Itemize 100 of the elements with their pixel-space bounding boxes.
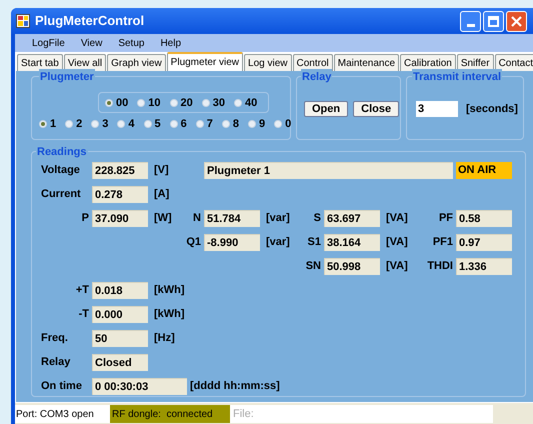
unit-label: [var] xyxy=(265,235,291,250)
unit-label: [var] xyxy=(265,211,291,226)
maximize-button[interactable] xyxy=(483,10,504,32)
radio-label: 1 xyxy=(50,117,56,132)
tab[interactable]: Maintenance xyxy=(334,54,400,71)
window-title: PlugMeterControl xyxy=(35,12,144,30)
maximize-icon xyxy=(488,16,499,26)
menu-item[interactable]: View xyxy=(74,36,110,50)
field-label: Relay xyxy=(41,355,70,370)
relay-button[interactable]: Open xyxy=(304,101,348,117)
interval-field[interactable]: 3 xyxy=(416,101,458,118)
radio-button[interactable] xyxy=(196,120,204,128)
unit-label: [Hz] xyxy=(153,331,176,346)
unit-label: [W] xyxy=(153,211,173,226)
unit-label: [VA] xyxy=(385,259,409,274)
radio-button[interactable] xyxy=(105,99,113,108)
value-field: 50.998 xyxy=(324,258,380,275)
menu-item[interactable]: Help xyxy=(153,36,188,50)
menu-item[interactable]: LogFile xyxy=(25,36,72,50)
tab[interactable]: Calibration xyxy=(400,54,456,71)
radio-button[interactable] xyxy=(117,120,126,128)
field-label: Q1 xyxy=(186,235,201,250)
radio-button[interactable] xyxy=(170,120,178,128)
dongle-status: RF dongle: connected xyxy=(110,405,230,423)
field-label: S xyxy=(314,211,321,226)
radio-button[interactable] xyxy=(202,99,210,108)
unit-label: [V] xyxy=(153,163,170,178)
radio-label: 10 xyxy=(148,96,160,111)
device-name-field: Plugmeter 1 xyxy=(204,162,453,179)
field-label: THDI xyxy=(427,259,453,274)
radio-label: 6 xyxy=(180,117,187,132)
field-label: Voltage xyxy=(41,163,80,178)
radio-label: 40 xyxy=(245,96,258,111)
value-field: 51.784 xyxy=(204,210,260,227)
minimize-icon xyxy=(466,24,474,26)
value-field: 0.58 xyxy=(456,210,512,227)
tab[interactable]: Log view xyxy=(244,54,292,71)
field-label: N xyxy=(193,211,201,226)
field-label: P xyxy=(82,211,89,226)
radio-label: 2 xyxy=(76,117,82,132)
file-status: File: xyxy=(230,405,493,423)
tab[interactable]: Contact xyxy=(494,54,533,71)
app-icon xyxy=(16,14,30,28)
radio-button[interactable] xyxy=(91,120,100,128)
close-icon xyxy=(511,16,522,26)
field-label: PF xyxy=(438,211,453,226)
radio-label: 7 xyxy=(206,117,213,132)
field-label: Current xyxy=(41,187,81,202)
unit-label: [kWh] xyxy=(153,283,186,298)
radio-label: 5 xyxy=(154,117,161,132)
group-title: Relay xyxy=(301,69,332,86)
port-status: Port: COM3 open xyxy=(15,405,110,423)
tab[interactable]: Graph view xyxy=(107,54,166,71)
field-label: S1 xyxy=(308,235,321,250)
unit-label: [dddd hh:mm:ss] xyxy=(190,379,280,394)
value-field: 0.278 xyxy=(92,186,148,203)
value-field: -8.990 xyxy=(204,234,260,251)
unit-label: [kWh] xyxy=(153,307,186,322)
value-field: Closed xyxy=(92,354,148,371)
unit-label: [seconds] xyxy=(466,102,518,117)
value-field: 63.697 xyxy=(324,210,380,227)
radio-label: 30 xyxy=(212,96,225,111)
relay-button[interactable]: Close xyxy=(353,101,400,117)
radio-button[interactable] xyxy=(222,120,230,128)
close-button[interactable] xyxy=(506,10,527,32)
radio-label: 9 xyxy=(259,117,266,132)
value-field: 1.336 xyxy=(456,258,512,275)
radio-button[interactable] xyxy=(144,120,152,128)
value-field: 50 xyxy=(92,330,148,347)
field-label: -T xyxy=(78,307,89,322)
unit-label: [A] xyxy=(153,187,170,202)
minimize-button[interactable] xyxy=(460,10,481,32)
field-label: +T xyxy=(76,283,89,298)
value-field: 0.018 xyxy=(92,282,148,299)
value-field: 0.97 xyxy=(456,234,512,251)
tab[interactable]: Plugmeter view xyxy=(166,52,244,71)
radio-button[interactable] xyxy=(234,99,242,108)
group-title: Readings xyxy=(36,144,88,160)
field-label: Freq. xyxy=(41,331,68,346)
menu-item[interactable]: Setup xyxy=(111,36,152,50)
radio-button[interactable] xyxy=(170,99,178,108)
radio-button[interactable] xyxy=(274,120,282,128)
value-field: 0.000 xyxy=(92,306,148,323)
tab[interactable]: View all xyxy=(64,54,106,71)
radio-button[interactable] xyxy=(248,120,256,128)
value-field: 0 00:30:03 xyxy=(92,378,187,395)
group-title: Plugmeter xyxy=(39,69,95,86)
radio-label: 20 xyxy=(180,96,193,111)
value-field: 228.825 xyxy=(92,162,148,179)
tab[interactable]: Start tab xyxy=(17,54,63,71)
radio-button[interactable] xyxy=(39,120,47,128)
radio-button[interactable] xyxy=(137,99,146,108)
radio-button[interactable] xyxy=(65,120,74,128)
tab[interactable]: Control xyxy=(292,54,333,71)
field-label: PF1 xyxy=(432,235,453,250)
radio-label: 3 xyxy=(102,117,108,132)
value-field: 37.090 xyxy=(92,210,148,227)
field-label: On time xyxy=(41,379,82,394)
radio-label: 4 xyxy=(128,117,134,132)
value-field: 38.164 xyxy=(324,234,380,251)
